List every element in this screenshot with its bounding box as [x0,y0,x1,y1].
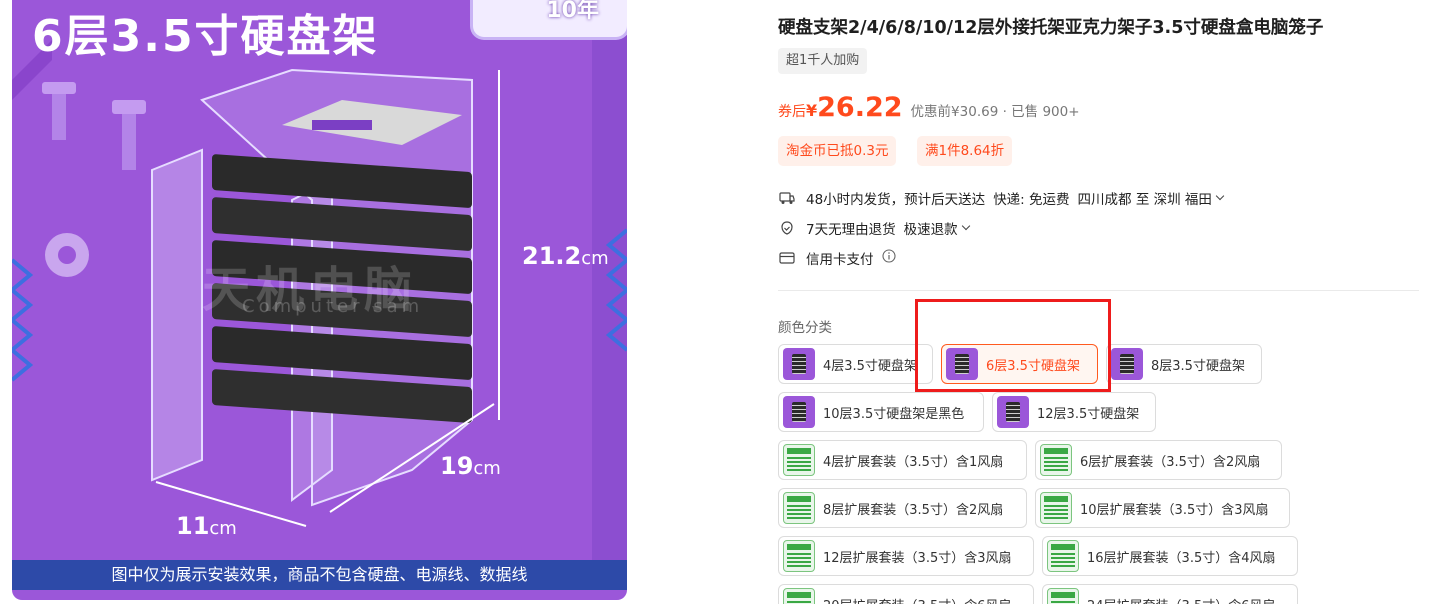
variant-thumbnail [1111,348,1143,380]
variant-label: 10层3.5寸硬盘架是黑色 [823,406,965,422]
variant-option[interactable]: 10层扩展套装（3.5寸）含3风扇 [1035,488,1290,528]
payment-method: 信用卡支付 [806,252,874,268]
variant-option[interactable]: 4层扩展套装（3.5寸）含1风扇 [778,440,1027,480]
variant-option[interactable]: 10层3.5寸硬盘架是黑色 [778,392,984,432]
delivery-fee: 快递: 免运费 [993,192,1070,208]
variant-label: 10层扩展套装（3.5寸）含3风扇 [1080,502,1269,518]
variant-option[interactable]: 12层扩展套装（3.5寸）含3风扇 [778,536,1034,576]
price-row: 券后¥26.22 优惠前¥30.69 · 已售 900+ [778,92,1080,123]
price: 26.22 [817,92,903,123]
dimension-depth: 19cm [440,452,501,480]
variant-thumbnail [1047,588,1079,604]
card-icon [778,249,796,267]
dimension-height: 21.2cm [522,242,609,270]
variant-option[interactable]: 8层扩展套装（3.5寸）含2风扇 [778,488,1027,528]
product-title: 硬盘支架2/4/6/8/10/12层外接托架亚克力架子3.5寸硬盘盒电脑笼子 [778,18,1324,38]
truck-icon [778,189,796,207]
store-badge: 10年 [470,0,627,40]
variant-thumbnail [1040,492,1072,524]
variant-label: 24层扩展套装（3.5寸）含6风扇 [1087,595,1276,604]
variant-thumbnail [783,348,815,380]
fast-refund[interactable]: 极速退款 [904,218,958,238]
variant-thumbnail [783,540,815,572]
currency-symbol: ¥ [806,101,818,120]
variant-option[interactable]: 8层3.5寸硬盘架 [1106,344,1262,384]
variant-thumbnail [1047,540,1079,572]
promo-discount[interactable]: 满1件8.64折 [917,136,1013,166]
variant-option[interactable]: 4层3.5寸硬盘架 [778,344,933,384]
coupon-label: 券后 [778,104,806,120]
return-policy: 7天无理由退货 [806,222,896,238]
variant-label: 8层3.5寸硬盘架 [1151,358,1245,374]
variant-label: 12层3.5寸硬盘架 [1037,406,1140,422]
section-divider [778,290,1419,291]
payment-row: 信用卡支付 [778,247,896,269]
variant-thumbnail [783,492,815,524]
variant-option[interactable]: 6层扩展套装（3.5寸）含2风扇 [1035,440,1282,480]
variant-label: 4层扩展套装（3.5寸）含1风扇 [823,454,1004,470]
variant-option[interactable]: 20层扩展套装（3.5寸）含6风扇 [778,584,1034,604]
popularity-badge: 超1千人加购 [778,48,868,74]
selection-highlight-annotation [915,299,1111,392]
variant-thumbnail [783,444,815,476]
watermark-subtitle: Computer sam [242,296,424,317]
dimension-width: 11cm [176,512,237,540]
variant-thumbnail [997,396,1029,428]
chevron-down-icon[interactable] [961,221,970,231]
shipping-time: 48小时内发货，预计后天送达 [806,192,986,208]
variant-option[interactable]: 16层扩展套装（3.5寸）含4风扇 [1042,536,1298,576]
shipping-route[interactable]: 四川成都 至 深圳 福田 [1078,188,1212,208]
variant-section-label: 颜色分类 [778,320,832,336]
shipping-row: 48小时内发货，预计后天送达 快递: 免运费 四川成都 至 深圳 福田 [778,187,1225,209]
variant-thumbnail [1040,444,1072,476]
variant-thumbnail [783,588,815,604]
product-main-image[interactable]: 6层3.5寸硬盘架 10年 天机电脑 Computer sam 21.2cm 1… [12,0,627,600]
original-price-and-sales: 优惠前¥30.69 · 已售 900+ [910,104,1080,120]
variant-label: 8层扩展套装（3.5寸）含2风扇 [823,502,1004,518]
return-icon [778,219,796,237]
variant-label: 6层扩展套装（3.5寸）含2风扇 [1080,454,1261,470]
info-icon[interactable] [881,249,896,267]
image-title: 6层3.5寸硬盘架 [32,11,379,62]
variant-option[interactable]: 24层扩展套装（3.5寸）含6风扇 [1042,584,1298,604]
variant-thumbnail [783,396,815,428]
variant-label: 20层扩展套装（3.5寸）含6风扇 [823,595,1012,604]
variant-label: 16层扩展套装（3.5寸）含4风扇 [1087,550,1276,566]
chevron-down-icon[interactable] [1215,191,1225,201]
promo-coin[interactable]: 淘金币已抵0.3元 [778,136,897,166]
variant-label: 4层3.5寸硬盘架 [823,358,917,374]
image-disclaimer: 图中仅为展示安装效果，商品不包含硬盘、电源线、数据线 [12,560,627,590]
variant-label: 12层扩展套装（3.5寸）含3风扇 [823,550,1012,566]
variant-option[interactable]: 12层3.5寸硬盘架 [992,392,1156,432]
returns-row: 7天无理由退货 极速退款 [778,217,970,239]
